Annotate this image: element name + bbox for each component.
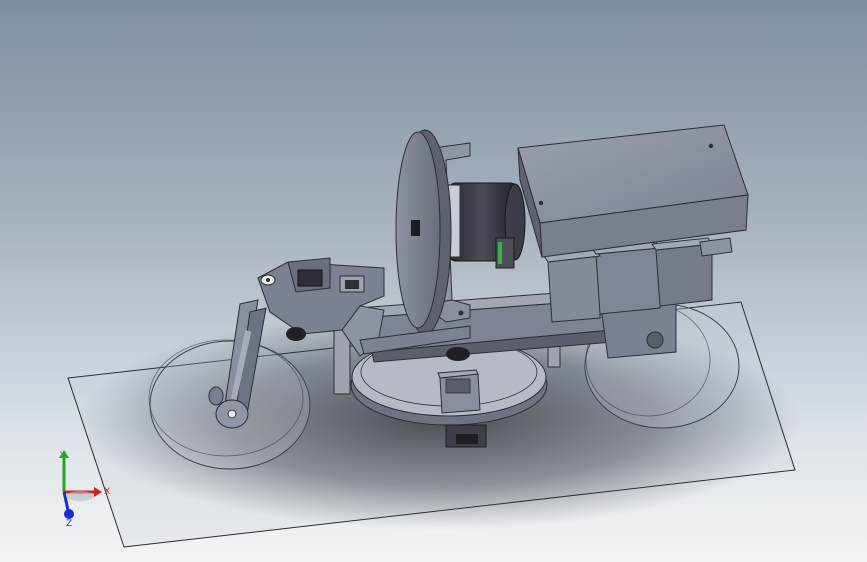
battery-box[interactable] bbox=[517, 124, 749, 258]
y-axis-label: Y bbox=[59, 451, 66, 461]
x-axis-label: X bbox=[104, 487, 110, 497]
z-axis-label: Z bbox=[66, 519, 72, 528]
flywheel-disk[interactable] bbox=[395, 129, 452, 335]
left-post bbox=[333, 329, 351, 395]
cad-model-scene[interactable] bbox=[0, 0, 867, 562]
turntable-block[interactable] bbox=[437, 369, 481, 414]
drive-motor[interactable] bbox=[445, 182, 526, 269]
axis-triad[interactable]: Y X Z bbox=[44, 448, 114, 528]
3d-viewport[interactable]: Y X Z bbox=[0, 0, 867, 562]
